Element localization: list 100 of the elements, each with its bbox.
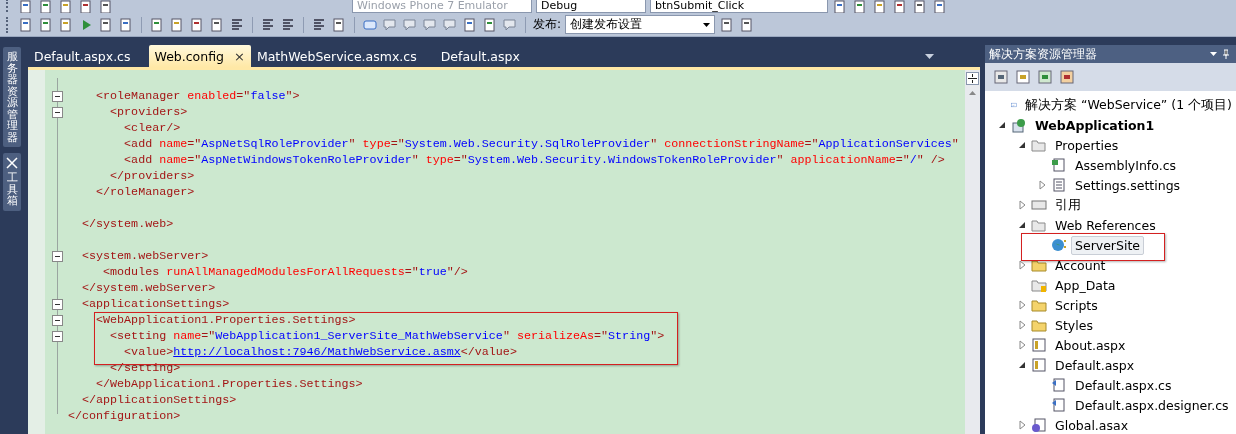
code-line: </setting> (109, 360, 181, 376)
collapse-icon[interactable] (52, 250, 63, 262)
document-icon[interactable] (912, 0, 928, 15)
document-icon[interactable] (38, 0, 54, 15)
document-tab[interactable]: Default.aspx.cs (28, 45, 149, 67)
code-editor[interactable] (28, 67, 980, 434)
tree-item[interactable]: 解决方案 “WebService” (1 个项目) (1020, 94, 1236, 116)
collapsed-arrow-icon[interactable] (1017, 300, 1027, 310)
tree-item[interactable]: Settings.settings (1071, 175, 1185, 195)
document-icon[interactable] (832, 0, 848, 15)
tree-item[interactable]: Default.aspx (1051, 355, 1139, 375)
code-line: </WebApplication1.Properties.Settings> (95, 376, 363, 392)
document-icon[interactable] (209, 16, 225, 33)
expanded-arrow-icon[interactable] (1017, 140, 1027, 150)
tree-item[interactable]: About.aspx (1051, 335, 1130, 355)
code-line: </system.web> (81, 216, 174, 232)
align-icon[interactable] (311, 16, 327, 33)
code-line: <value>http://localhost:7946/MathWebService.asmx</value> (123, 344, 517, 360)
split-icon[interactable] (966, 72, 979, 85)
dropdown[interactable]: Debug (536, 0, 646, 13)
side-panel-tab[interactable]: 工具箱 (3, 153, 21, 211)
database-folder-icon (1031, 277, 1047, 293)
files-icon[interactable] (1015, 69, 1031, 85)
document-icon[interactable] (189, 16, 205, 33)
document-icon[interactable] (872, 0, 888, 15)
tree-item[interactable]: Web References (1051, 215, 1160, 235)
collapse-icon[interactable] (52, 330, 63, 342)
document-icon[interactable] (18, 0, 34, 15)
tree-item[interactable]: Default.aspx.designer.cs (1071, 395, 1233, 415)
page-icon (1031, 337, 1047, 353)
collapsed-arrow-icon[interactable] (1017, 340, 1027, 350)
project-icon (1011, 117, 1027, 133)
expanded-arrow-icon[interactable] (1017, 220, 1027, 230)
tree-item[interactable]: Default.aspx.cs (1071, 375, 1176, 395)
document-tab[interactable]: Default.aspx (434, 45, 538, 67)
open-folder-icon (1031, 137, 1047, 153)
dropdown-arrow-icon (703, 22, 711, 27)
collapse-icon[interactable] (52, 314, 63, 326)
document-icon[interactable] (98, 0, 114, 15)
tree-item[interactable]: AssemblyInfo.cs (1071, 155, 1181, 175)
collapsed-arrow-icon[interactable] (1017, 260, 1027, 270)
scroll-up-icon[interactable] (969, 91, 976, 95)
refresh-icon[interactable] (1037, 69, 1053, 85)
document-icon[interactable] (169, 16, 185, 33)
tree-item[interactable]: Properties (1051, 135, 1123, 155)
class-view-icon[interactable] (1059, 69, 1075, 85)
document-icon[interactable] (38, 16, 54, 33)
tools-icon (6, 157, 18, 170)
expanded-arrow-icon[interactable] (997, 120, 1007, 130)
code-line: <system.webServer> (81, 248, 209, 264)
scrollbar[interactable] (965, 70, 980, 434)
pin-icon[interactable] (1210, 49, 1230, 59)
list-icon[interactable] (229, 16, 245, 33)
document-icon[interactable] (482, 16, 498, 33)
tree-item[interactable]: ServerSite (1071, 235, 1144, 255)
document-tab[interactable]: Web.config × (148, 45, 251, 67)
tree-item[interactable]: Global.asax (1051, 415, 1133, 434)
tree-item[interactable]: Scripts (1051, 295, 1102, 315)
document-tab[interactable]: MathWebService.asmx.cs (250, 45, 435, 67)
references-icon (1031, 197, 1047, 213)
document-icon[interactable] (58, 0, 74, 15)
code-line: </configuration> (68, 408, 181, 424)
code-line: <clear/> (123, 120, 181, 136)
document-icon[interactable] (18, 16, 34, 33)
document-icon[interactable] (149, 16, 165, 33)
collapse-icon[interactable] (52, 298, 63, 310)
properties-icon[interactable] (993, 69, 1009, 85)
panel-title: 解决方案资源管理器 (989, 45, 1097, 63)
collapse-icon[interactable] (52, 106, 63, 118)
code-line: <WebApplication1.Properties.Settings> (95, 312, 356, 328)
indent-icon[interactable] (260, 16, 276, 33)
dropdown-arrow-icon[interactable] (925, 54, 934, 59)
publish-dropdown[interactable]: 创建发布设置 (565, 15, 716, 34)
tree-item[interactable]: 引用 (1051, 194, 1085, 216)
document-icon[interactable] (852, 0, 868, 15)
close-button[interactable]: × (234, 48, 245, 64)
expanded-arrow-icon[interactable] (1017, 360, 1027, 370)
outdent-icon[interactable] (280, 16, 296, 33)
tree-item[interactable]: App_Data (1051, 275, 1120, 295)
collapsed-arrow-icon[interactable] (1037, 180, 1047, 190)
tree-item[interactable]: WebApplication1 (1031, 115, 1159, 135)
document-icon[interactable] (98, 16, 114, 33)
collapsed-arrow-icon[interactable] (1017, 200, 1027, 210)
document-icon[interactable] (58, 16, 74, 33)
document-icon[interactable] (78, 0, 94, 15)
code-line: <add name="AspNetSqlRoleProvider" type="System.Web.Security.SqlRoleProvider" connectionStringName="ApplicationServices" (123, 136, 959, 152)
dropdown[interactable]: btnSubmit_Click (650, 0, 828, 13)
code-line: </applicationSettings> (81, 392, 237, 408)
document-icon[interactable] (462, 16, 478, 33)
document-icon[interactable] (118, 16, 134, 33)
tree-item[interactable]: Styles (1051, 315, 1097, 335)
code-line: <roleManager enabled="false"> (95, 88, 300, 104)
document-icon[interactable] (892, 0, 908, 15)
document-icon[interactable] (331, 16, 347, 33)
collapse-icon[interactable] (52, 90, 63, 102)
document-icon[interactable] (932, 0, 948, 15)
collapsed-arrow-icon[interactable] (1017, 320, 1027, 330)
tree-item[interactable]: Account (1051, 255, 1110, 275)
side-panel-tab[interactable]: 服务器资源管理器 (3, 47, 21, 148)
collapsed-arrow-icon[interactable] (1017, 420, 1027, 430)
